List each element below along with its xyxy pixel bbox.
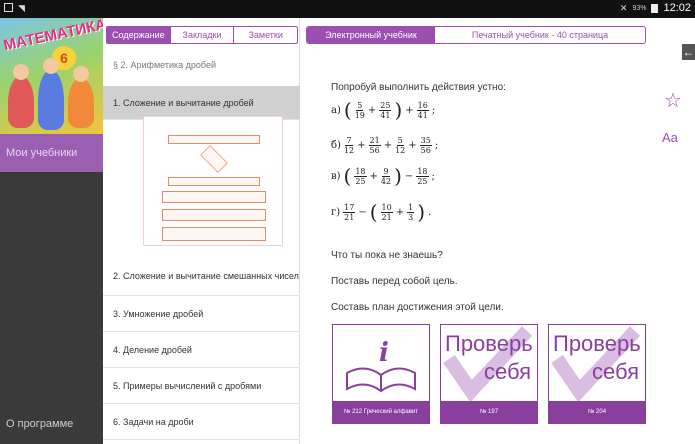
section-title: § 2. Арифметика дробей bbox=[113, 60, 216, 70]
clock: 12:02 bbox=[663, 2, 691, 14]
self-check-card[interactable]: Проверь себя № 197 bbox=[440, 324, 538, 424]
card-caption: № 204 bbox=[549, 401, 645, 423]
card-subtitle: себя bbox=[483, 359, 531, 384]
notification-icon: ◥ bbox=[18, 3, 25, 13]
open-book-icon: i bbox=[346, 338, 416, 393]
book-cover[interactable]: МАТЕМАТИКА 6 bbox=[0, 18, 103, 134]
toc-item[interactable]: 3. Умножение дробей bbox=[103, 296, 300, 332]
item-label: б) bbox=[331, 140, 341, 151]
card-caption: № 197 bbox=[441, 401, 537, 423]
tab-bookmarks[interactable]: Закладки bbox=[169, 27, 234, 43]
item-label: г) bbox=[331, 206, 341, 218]
reader-panel: Электронный учебник Печатный учебник - 4… bbox=[300, 18, 652, 444]
card-subtitle: себя bbox=[591, 359, 639, 384]
math-expression: в) ( 18 25 + 9 42 ) − 18 25; bbox=[331, 164, 435, 188]
toc-item[interactable]: 4. Деление дробей bbox=[103, 332, 300, 368]
cover-illustration bbox=[68, 66, 94, 128]
battery-percent: 93% bbox=[632, 4, 647, 12]
question-goal: Поставь перед собой цель. bbox=[331, 276, 458, 287]
item-label: а) bbox=[331, 104, 341, 116]
battery-icon bbox=[651, 3, 659, 13]
item-label: в) bbox=[331, 170, 341, 182]
my-books-button[interactable]: Мои учебники bbox=[0, 134, 103, 172]
about-button[interactable]: О программе bbox=[6, 418, 73, 430]
question-plan: Составь план достижения этой цели. bbox=[331, 302, 504, 313]
toc-item[interactable]: 2. Сложение и вычитание смешанных чисел bbox=[103, 256, 300, 296]
tab-printed-textbook[interactable]: Печатный учебник - 40 страница bbox=[435, 27, 645, 43]
toc-item[interactable]: 5. Примеры вычислений с дробями bbox=[103, 368, 300, 404]
status-bar: ◥ ✕ 93% 12:02 bbox=[0, 0, 695, 18]
math-expression: б) 7 12 + 21 56 + 5 12 + 35 56; bbox=[331, 136, 439, 155]
sidebar: МАТЕМАТИКА 6 Мои учебники О программе bbox=[0, 18, 103, 444]
greek-alphabet-card[interactable]: i № 212 Греческий алфавит bbox=[332, 324, 430, 424]
math-expression: г) 17 21 − ( 10 21 + 13 ). bbox=[331, 200, 432, 224]
resource-cards: i № 212 Греческий алфавит Проверь себя №… bbox=[332, 324, 646, 424]
reader-tools: ← ☆ Aa bbox=[652, 18, 695, 444]
tab-electronic-textbook[interactable]: Электронный учебник bbox=[307, 27, 435, 43]
bookmark-star-icon[interactable]: ☆ bbox=[664, 88, 682, 113]
toc-segmented-control: Содержание Закладки Заметки bbox=[106, 26, 298, 44]
svg-text:i: i bbox=[379, 338, 389, 368]
card-title: Проверь bbox=[445, 331, 533, 356]
cover-illustration bbox=[8, 64, 34, 128]
reader-tabs: Электронный учебник Печатный учебник - 4… bbox=[306, 26, 646, 44]
tab-contents[interactable]: Содержание bbox=[107, 27, 170, 43]
self-check-card[interactable]: Проверь себя № 204 bbox=[548, 324, 646, 424]
tab-notes[interactable]: Заметки bbox=[233, 27, 297, 43]
toc-item[interactable]: 1. Сложение и вычитание дробей bbox=[103, 86, 300, 120]
toc-item[interactable]: 6. Задачи на дроби bbox=[103, 404, 300, 440]
toc-panel: Содержание Закладки Заметки § 2. Арифмет… bbox=[103, 18, 300, 444]
font-size-button[interactable]: Aa bbox=[662, 130, 678, 145]
card-title: Проверь bbox=[553, 331, 641, 356]
exercise-intro: Попробуй выполнить действия устно: bbox=[331, 82, 506, 93]
math-expression: а) ( 5 19 + 25 41 ) + 16 41; bbox=[331, 98, 436, 122]
back-arrow-icon[interactable]: ← bbox=[682, 44, 695, 60]
screenshot-icon bbox=[4, 3, 13, 12]
cover-illustration bbox=[38, 58, 64, 130]
card-caption: № 212 Греческий алфавит bbox=[333, 401, 429, 423]
question-unknown: Что ты пока не знаешь? bbox=[331, 250, 443, 261]
flowchart-thumbnail[interactable] bbox=[143, 116, 283, 246]
mute-icon: ✕ bbox=[619, 2, 628, 13]
